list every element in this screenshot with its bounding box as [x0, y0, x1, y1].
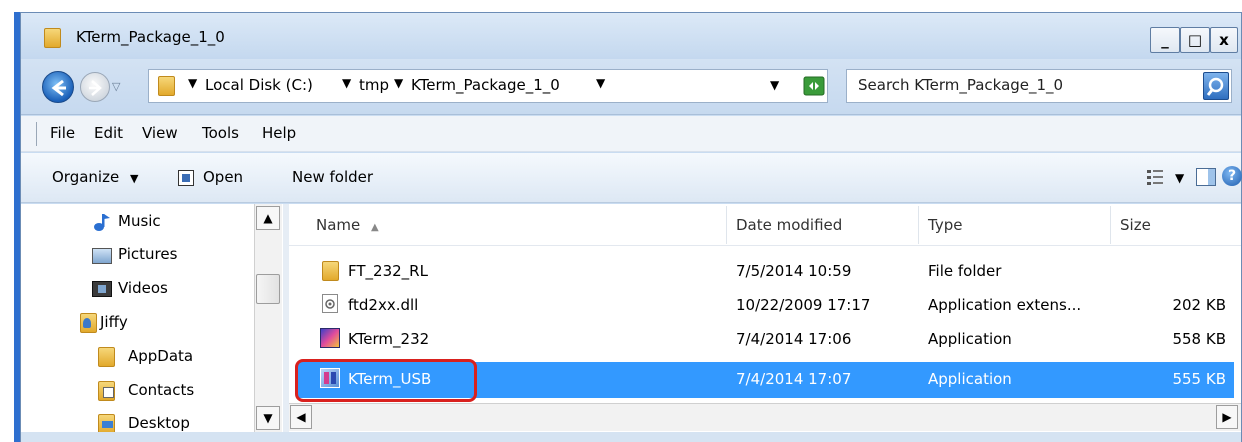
user-folder-icon — [80, 313, 97, 333]
file-type: Application — [928, 330, 1012, 348]
new-folder-button[interactable]: New folder — [292, 168, 373, 186]
file-type: Application — [928, 370, 1012, 388]
organize-button[interactable]: Organize ▼ — [52, 168, 138, 186]
menu-help[interactable]: Help — [262, 124, 296, 142]
window-title: KTerm_Package_1_0 — [76, 28, 225, 46]
file-date: 10/22/2009 17:17 — [736, 296, 871, 314]
organize-label: Organize — [52, 168, 120, 186]
breadcrumb-current[interactable]: KTerm_Package_1_0 — [411, 76, 560, 94]
folder-icon — [98, 347, 115, 367]
file-date: 7/4/2014 17:06 — [736, 330, 852, 348]
breadcrumb-local-disk[interactable]: Local Disk (C:) — [205, 76, 313, 94]
file-size: 558 KB — [1172, 330, 1226, 348]
refresh-icon — [803, 76, 825, 96]
column-name[interactable]: Name ▲ — [316, 216, 379, 234]
highlight-annotation — [295, 359, 477, 402]
chevron-down-icon[interactable]: ▼ — [596, 76, 605, 90]
sidebar-item-contacts[interactable]: Contacts — [128, 381, 194, 399]
maximize-button[interactable]: □ — [1180, 27, 1210, 53]
breadcrumb-tmp[interactable]: tmp — [359, 76, 389, 94]
window-bottom-edge — [21, 432, 1241, 442]
file-name[interactable]: FT_232_RL — [348, 262, 428, 280]
scroll-right-icon[interactable]: ▶ — [1216, 405, 1238, 429]
pictures-icon — [92, 248, 112, 264]
column-separator[interactable] — [918, 206, 919, 244]
sort-ascending-icon: ▲ — [371, 222, 379, 233]
file-date: 7/4/2014 17:07 — [736, 370, 852, 388]
sidebar-item-music[interactable]: Music — [118, 212, 161, 230]
address-history-dropdown-icon[interactable]: ▼ — [770, 78, 779, 92]
scroll-up-icon[interactable]: ▲ — [256, 206, 280, 230]
preview-pane-icon[interactable] — [1196, 168, 1216, 186]
file-size: 555 KB — [1172, 370, 1226, 388]
minimize-button[interactable]: _ — [1150, 27, 1180, 53]
contacts-icon — [98, 381, 115, 401]
help-icon[interactable]: ? — [1222, 166, 1242, 186]
search-placeholder: Search KTerm_Package_1_0 — [858, 76, 1064, 94]
chevron-down-icon[interactable]: ▼ — [188, 76, 197, 90]
back-button[interactable] — [42, 71, 74, 103]
menu-edit[interactable]: Edit — [94, 124, 123, 142]
chevron-down-icon[interactable]: ▼ — [1175, 171, 1184, 185]
view-options-icon[interactable] — [1146, 168, 1166, 186]
file-type: File folder — [928, 262, 1002, 280]
open-button[interactable]: Open — [203, 168, 243, 186]
column-size[interactable]: Size — [1120, 216, 1151, 234]
sidebar-item-appdata[interactable]: AppData — [128, 347, 193, 365]
folder-icon — [322, 261, 339, 281]
column-date-modified[interactable]: Date modified — [736, 216, 842, 234]
file-name[interactable]: ftd2xx.dll — [348, 296, 418, 314]
sidebar-item-desktop[interactable]: Desktop — [128, 414, 190, 432]
file-size: 202 KB — [1172, 296, 1226, 314]
column-name-label: Name — [316, 216, 361, 234]
menu-file[interactable]: File — [50, 124, 75, 142]
folder-icon — [44, 28, 61, 48]
search-button[interactable] — [1203, 72, 1229, 100]
search-icon — [1206, 77, 1224, 96]
nav-scroll-thumb[interactable] — [256, 274, 280, 304]
folder-icon — [158, 76, 175, 96]
forward-button[interactable] — [80, 72, 110, 102]
forward-arrow-icon — [89, 80, 102, 96]
sidebar-item-pictures[interactable]: Pictures — [118, 245, 177, 263]
file-list-horizontal-scrollbar[interactable] — [289, 403, 1241, 431]
menu-view[interactable]: View — [142, 124, 178, 142]
music-icon — [92, 212, 112, 236]
chevron-down-icon[interactable]: ▼ — [394, 76, 403, 90]
chevron-down-icon[interactable]: ▼ — [342, 76, 351, 90]
desktop-icon — [98, 414, 115, 434]
close-button[interactable]: x — [1210, 27, 1238, 53]
file-type: Application extens... — [928, 296, 1082, 314]
history-dropdown-icon[interactable]: ▽ — [112, 80, 120, 93]
scroll-down-icon[interactable]: ▼ — [256, 406, 280, 430]
file-name[interactable]: KTerm_232 — [348, 330, 429, 348]
nav-pane-scrollbar[interactable] — [254, 204, 282, 432]
videos-icon — [92, 281, 112, 297]
sidebar-item-videos[interactable]: Videos — [118, 279, 168, 297]
column-separator[interactable] — [1110, 206, 1111, 244]
sidebar-item-jiffy[interactable]: Jiffy — [100, 313, 128, 331]
file-date: 7/5/2014 10:59 — [736, 262, 852, 280]
open-icon — [178, 170, 194, 186]
dll-icon — [322, 294, 338, 313]
column-type[interactable]: Type — [928, 216, 962, 234]
back-arrow-icon — [51, 79, 66, 97]
refresh-button[interactable] — [800, 69, 828, 103]
chevron-down-icon: ▼ — [129, 172, 139, 185]
column-separator[interactable] — [726, 206, 727, 244]
scroll-left-icon[interactable]: ◀ — [290, 405, 312, 429]
kterm-app-icon — [320, 328, 340, 348]
menu-grip — [36, 122, 37, 146]
menu-tools[interactable]: Tools — [202, 124, 239, 142]
